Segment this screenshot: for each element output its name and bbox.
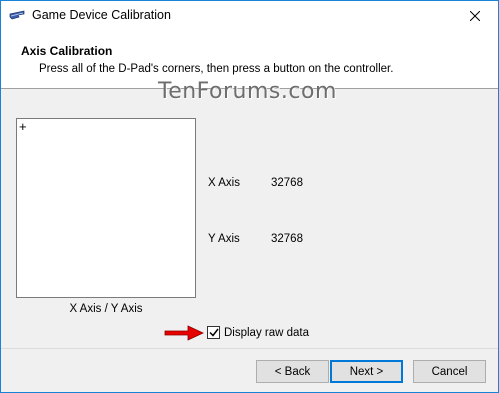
title-bar: Game Device Calibration — [1, 1, 498, 31]
xy-axis-plot: + — [16, 118, 196, 298]
x-axis-label: X Axis — [208, 177, 240, 189]
crosshair-marker: + — [19, 119, 27, 134]
calibration-window: Game Device Calibration Axis Calibration… — [0, 0, 499, 393]
page-instructions: Press all of the D-Pad's corners, then p… — [39, 63, 394, 75]
arrow-right-icon — [164, 325, 204, 341]
y-axis-value: 32768 — [271, 233, 303, 245]
footer-separator — [1, 348, 498, 349]
game-controller-icon — [9, 10, 25, 20]
close-icon — [470, 11, 480, 21]
page-title: Axis Calibration — [21, 44, 113, 58]
display-raw-data-label[interactable]: Display raw data — [224, 327, 309, 339]
checkmark-icon — [208, 328, 219, 337]
y-axis-label: Y Axis — [208, 233, 240, 245]
window-title: Game Device Calibration — [32, 8, 171, 22]
back-button[interactable]: < Back — [256, 360, 329, 383]
display-raw-data-checkbox[interactable] — [207, 326, 220, 339]
plot-label: X Axis / Y Axis — [69, 303, 143, 315]
cancel-button[interactable]: Cancel — [413, 360, 486, 383]
next-button[interactable]: Next > — [330, 360, 403, 383]
close-button[interactable] — [452, 1, 498, 31]
display-raw-data-option[interactable]: Display raw data — [207, 326, 309, 339]
watermark: TenForums.com — [158, 79, 337, 104]
x-axis-value: 32768 — [271, 177, 303, 189]
